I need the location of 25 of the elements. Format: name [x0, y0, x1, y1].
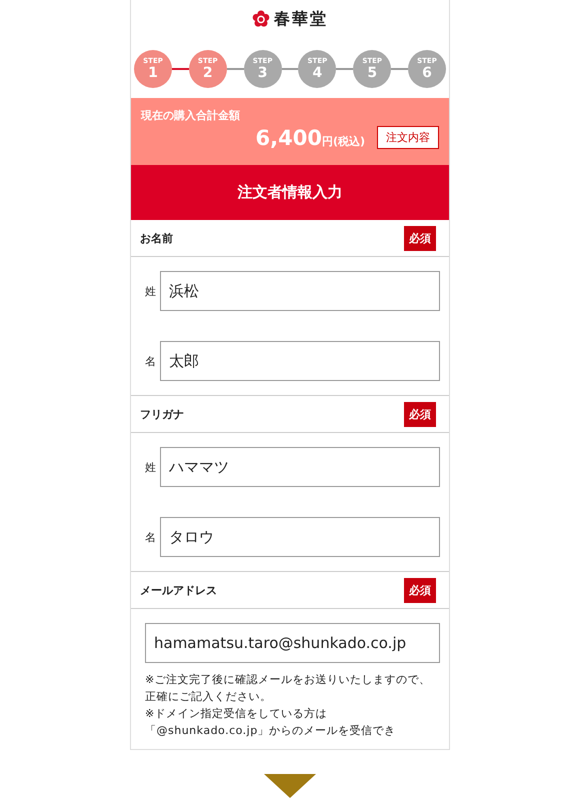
total-label: 現在の購入合計金額 — [141, 108, 241, 123]
field-title: お名前 — [140, 230, 173, 246]
field-title: メールアドレス — [140, 582, 217, 598]
input-field[interactable]: hamamatsu.taro@shunkado.co.jp — [145, 623, 440, 663]
input-field[interactable]: 浜松 — [160, 271, 440, 311]
order-details-button[interactable]: 注文内容 — [377, 126, 439, 149]
field-label: 姓 — [145, 460, 157, 474]
section-heading: 注文者情報入力 — [131, 165, 449, 220]
field-label: 名 — [145, 354, 157, 368]
required-badge: 必須 — [404, 578, 436, 602]
note-text: ※ドメイン指定受信をしている方は「@shunkado.co.jp」からのメールを受信でき — [145, 706, 397, 739]
field-label: 名 — [145, 530, 157, 544]
flower-icon — [252, 10, 270, 28]
input-field[interactable]: タロウ — [160, 517, 440, 557]
currency-unit: 円(税込) — [322, 134, 365, 149]
note-text: ※ご注文完了後に確認メールをお送りいたしますので、正確にご記入ください。 — [145, 672, 432, 705]
required-badge: 必須 — [404, 226, 436, 250]
logo-text: 春華堂 — [274, 8, 328, 30]
input-field[interactable]: 太郎 — [160, 341, 440, 381]
field-label: 姓 — [145, 284, 157, 298]
down-arrow-icon — [264, 774, 316, 798]
input-field[interactable]: ハママツ — [160, 447, 440, 487]
total-amount: 6,400 — [256, 127, 322, 149]
required-badge: 必須 — [404, 402, 436, 426]
field-title: フリガナ — [140, 406, 184, 422]
